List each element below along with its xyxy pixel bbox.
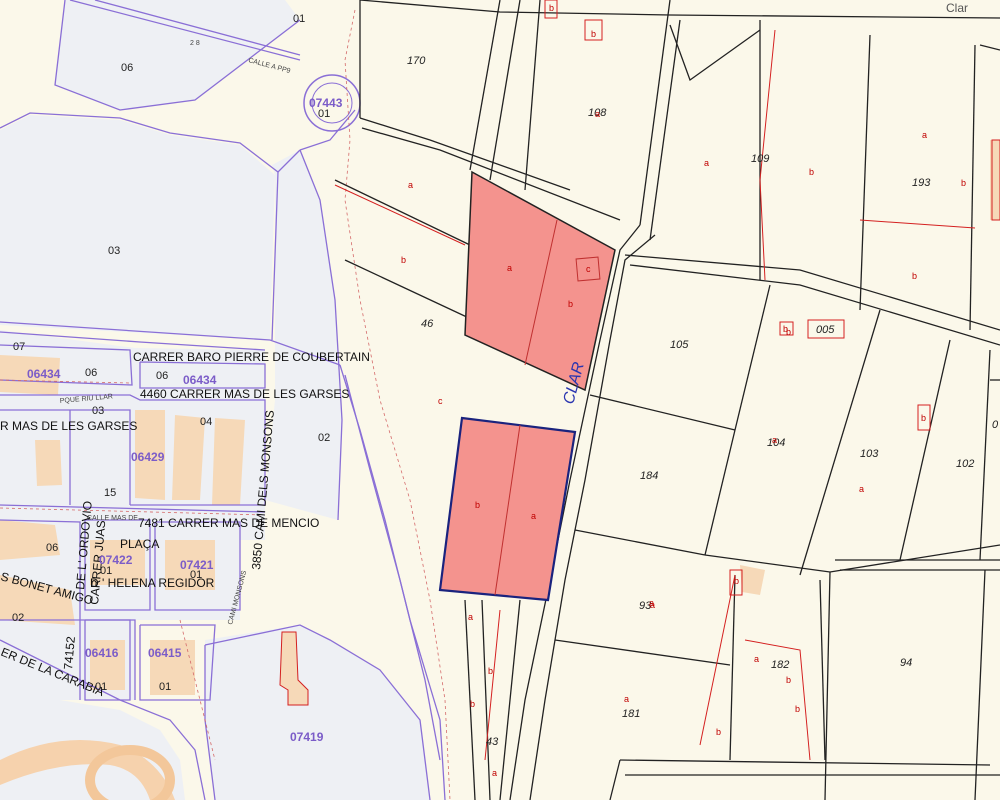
subparcel-letter: b: [921, 413, 926, 423]
subparcel-letter: b: [475, 500, 480, 510]
subparcel-letter: b: [470, 699, 475, 709]
parcel-number: 103: [860, 448, 879, 460]
highlighted-parcels[interactable]: [438, 170, 616, 602]
urban-block-06-top: [55, 0, 300, 110]
highlighted-parcel-north[interactable]: [464, 170, 616, 392]
block-code: 06434: [27, 367, 61, 381]
subparcel-letter: a: [649, 598, 654, 608]
cadastral-map[interactable]: Clar CLAR CALLE A PP9 CARRER BARO PIERRE…: [0, 0, 1000, 800]
subparcel-letter: c: [586, 264, 591, 274]
map-labels: Clar CLAR CALLE A PP9 CARRER BARO PIERRE…: [0, 1, 999, 778]
subparcel-letter: a: [492, 768, 497, 778]
subparcel-letter: b: [795, 704, 800, 714]
subparcel-letter: b: [734, 576, 739, 586]
parcel-number: 170: [407, 55, 426, 67]
urban-number: 2 8: [190, 40, 200, 47]
subparcel-letter: a: [595, 109, 600, 119]
urban-number: 15: [104, 487, 116, 499]
parcel-number: 109: [751, 153, 769, 165]
urban-number: 06: [121, 62, 133, 74]
subparcel-letter: b: [786, 675, 791, 685]
parcel-number: 94: [900, 657, 912, 669]
urban-number: 06: [46, 542, 58, 554]
street-label: 74152: [61, 635, 78, 670]
subparcel-letter: a: [922, 130, 927, 140]
parcel-number: 43: [486, 736, 499, 748]
subparcel-letter: a: [531, 511, 536, 521]
street-label: 7481 CARRER MAS DE MENCIO: [138, 516, 319, 530]
urban-number: 06: [156, 370, 168, 382]
street-label: PLAÇA: [120, 537, 159, 551]
urban-number: 03: [92, 405, 104, 417]
urban-number: 02: [318, 432, 330, 444]
parcel-number: 46: [421, 318, 434, 330]
urban-number: 06: [85, 367, 97, 379]
urban-number: 03: [108, 245, 120, 257]
block-code: 06429: [131, 450, 165, 464]
urban-number: 04: [200, 416, 212, 428]
urban-number: 01: [190, 569, 202, 581]
building-2: [0, 520, 60, 560]
subparcel-letter: a: [624, 694, 629, 704]
street-label: 4460 CARRER MAS DE LES GARSES: [140, 387, 349, 401]
subparcel-letter: b: [488, 666, 493, 676]
subparcel-letter: b: [961, 178, 966, 188]
urban-number: 01: [159, 681, 171, 693]
top-right-label: Clar: [946, 1, 968, 15]
street-label: CARRER BARO PIERRE DE COUBERTAIN: [133, 350, 370, 364]
subparcel-letter: b: [591, 29, 596, 39]
subparcel-letter: b: [401, 255, 406, 265]
street-label: CALLE A PP9: [247, 57, 291, 75]
subparcel-letter: b: [786, 327, 791, 337]
parcel-number: 184: [640, 470, 658, 482]
parcel-number: 102: [956, 458, 974, 470]
parcel-number: 105: [670, 339, 689, 351]
parcel-number: 182: [771, 659, 789, 671]
block-code: 06416: [85, 646, 119, 660]
subparcel-letter: a: [754, 654, 759, 664]
block-code: 07419: [290, 730, 324, 744]
parcel-number: 005: [816, 324, 835, 336]
subparcel-letter: a: [772, 435, 777, 445]
building-6: [212, 418, 245, 505]
subparcel-letter: b: [912, 271, 917, 281]
urban-number: 01: [293, 13, 305, 25]
subparcel-letter: b: [809, 167, 814, 177]
subparcel-letter: b: [716, 727, 721, 737]
urban-block-07419: [205, 625, 430, 800]
urban-number: 02: [12, 612, 24, 624]
urban-number: 01: [318, 108, 330, 120]
parcel-number: 0: [992, 419, 999, 431]
parcel-number: 181: [622, 708, 640, 720]
block-code: 06415: [148, 646, 182, 660]
subparcel-letter: b: [568, 299, 573, 309]
urban-number: 01: [100, 565, 112, 577]
subparcel-letter: a: [704, 158, 709, 168]
parcel-number: 193: [912, 177, 931, 189]
map-canvas[interactable]: Clar CLAR CALLE A PP9 CARRER BARO PIERRE…: [0, 0, 1000, 800]
building-1: [35, 440, 62, 486]
subparcel-letter: a: [468, 612, 473, 622]
block-code: 06434: [183, 373, 217, 387]
subparcel-letter: a: [859, 484, 864, 494]
urban-number: 01: [95, 681, 107, 693]
subparcel-letter: b: [549, 3, 554, 13]
building-right-edge-2: [740, 565, 765, 595]
subparcel-letter: c: [438, 396, 443, 406]
subparcel-letter: a: [408, 180, 413, 190]
subparcel-letter: a: [507, 263, 512, 273]
urban-block-03: [0, 115, 275, 340]
street-label: R MAS DE LES GARSES: [0, 419, 137, 433]
parcel-lines: [334, 0, 1000, 800]
urban-number: 07: [13, 341, 25, 353]
